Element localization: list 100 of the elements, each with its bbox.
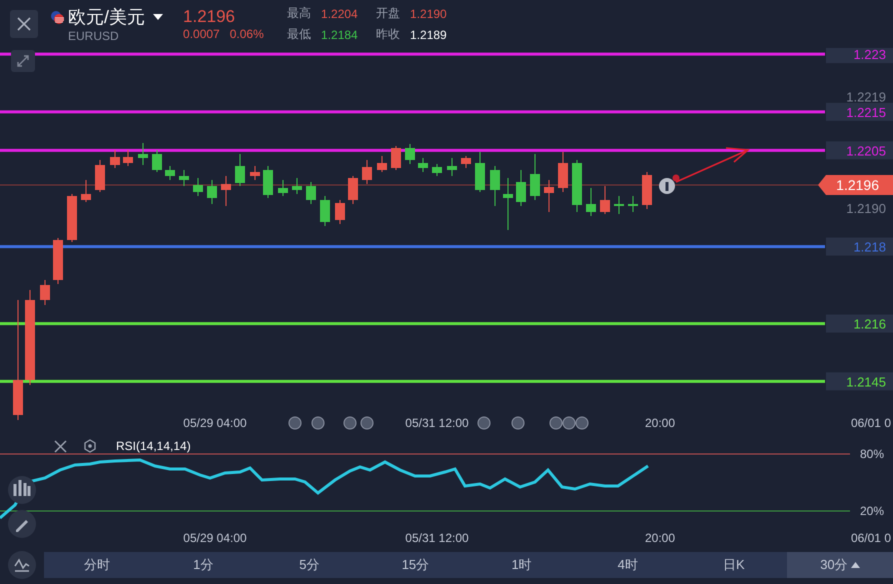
candlestick: [81, 180, 91, 202]
percent-change: 0.06%: [230, 27, 264, 41]
indicator-button[interactable]: [8, 550, 36, 578]
timeframe-tab[interactable]: 5分: [256, 552, 362, 578]
price-level-line[interactable]: [0, 52, 825, 56]
close-button[interactable]: [10, 10, 38, 38]
candlestick: [405, 144, 415, 164]
stat-value: 1.2190: [410, 6, 448, 20]
symbol-dropdown[interactable]: 欧元/美元: [68, 5, 164, 29]
time-axis-label: 20:00: [644, 416, 676, 430]
shrink-button[interactable]: [11, 50, 35, 72]
candlestick: [377, 156, 387, 172]
symbol-code: EURUSD: [68, 29, 120, 43]
candlestick: [207, 180, 217, 204]
timeframe-tab[interactable]: 4时: [574, 552, 681, 578]
candlestick: [586, 188, 596, 216]
stat-value: 1.2189: [410, 28, 448, 42]
candlestick: [544, 180, 554, 212]
candlestick: [391, 146, 401, 170]
candlestick: [179, 170, 189, 186]
timeframe-tab[interactable]: 1分: [150, 552, 256, 578]
candlestick: [95, 160, 105, 192]
event-marker-icon[interactable]: [344, 416, 356, 430]
price-level-line[interactable]: [0, 245, 825, 248]
price-level-label: 1.223: [826, 48, 893, 64]
candlestick: [292, 178, 302, 194]
stat-value: 1.2184: [321, 28, 359, 42]
event-marker-icon[interactable]: [562, 416, 576, 430]
time-axis-label: 06/01 0: [850, 531, 891, 545]
trend-arrow[interactable]: [672, 147, 750, 183]
candlestick: [461, 156, 471, 168]
price-level-line[interactable]: [0, 148, 825, 152]
price-level-line[interactable]: [0, 110, 825, 114]
candlestick: [348, 176, 358, 204]
pencil-icon[interactable]: [8, 510, 36, 538]
event-marker-icon[interactable]: [360, 416, 374, 430]
rsi-level-label: 80%: [860, 447, 884, 461]
event-marker-icon[interactable]: [288, 416, 302, 430]
candlestick: [362, 160, 372, 184]
candlestick: [263, 166, 273, 198]
time-axis-label: 06/01 0: [850, 416, 891, 430]
flag-icon: [50, 10, 64, 24]
time-axis-label: 20:00: [644, 531, 676, 545]
close-icon[interactable]: [54, 440, 67, 453]
close-icon: [16, 16, 32, 32]
event-marker-icon[interactable]: [478, 416, 490, 430]
candlestick: [432, 164, 442, 176]
line-chart-icon: [14, 558, 30, 572]
timeframe-tab[interactable]: 分时: [44, 552, 150, 578]
timeframe-tab[interactable]: 日K: [680, 552, 787, 578]
price-level-label: 1.2205: [826, 141, 893, 160]
candlestick: [123, 150, 133, 166]
stat-label: 开盘: [376, 5, 402, 22]
current-price-tag: 1.2196: [818, 175, 893, 195]
event-marker-icon[interactable]: [512, 416, 524, 430]
price-axis-label: 1.2219: [846, 89, 886, 104]
timeframe-tab[interactable]: 1时: [468, 552, 575, 578]
event-marker-icon[interactable]: [576, 416, 588, 430]
candlestick: [40, 280, 50, 306]
stat-label: 最高: [287, 5, 312, 22]
candlestick: [490, 166, 500, 206]
candlestick: [572, 160, 582, 212]
candlestick: [320, 196, 330, 226]
candlestick: [628, 196, 638, 212]
time-axis-label: 05/31 12:00: [405, 416, 469, 430]
timeframe-tab[interactable]: 30分: [786, 552, 893, 578]
event-marker-icon[interactable]: [312, 416, 324, 430]
info-icon[interactable]: [659, 178, 675, 194]
settings-icon[interactable]: [84, 439, 96, 453]
price-change: 0.0007: [183, 27, 220, 41]
candlestick: [447, 158, 457, 176]
candlestick: [600, 186, 610, 214]
price-level-line[interactable]: [0, 380, 825, 383]
price-level-label: 1.216: [826, 314, 893, 333]
candlestick: [614, 196, 624, 214]
candlestick: [250, 166, 260, 180]
price-level-label: 1.2215: [826, 102, 893, 121]
stat-label: 昨收: [376, 26, 402, 43]
candlestick: [221, 176, 231, 206]
stat-value: 1.2204: [321, 6, 359, 20]
event-marker-icon[interactable]: [550, 416, 562, 430]
price-level-label: 1.218: [826, 238, 893, 256]
candlestick: [165, 166, 175, 180]
candle-tool-icon[interactable]: [8, 476, 36, 504]
candlestick: [278, 180, 288, 196]
time-axis-label: 05/29 04:00: [183, 416, 247, 430]
caret-icon: [850, 562, 860, 568]
candlestick: [475, 152, 485, 192]
timeframe-tab[interactable]: 15分: [362, 552, 468, 578]
candlestick: [530, 154, 540, 200]
candlestick: [558, 152, 568, 192]
candlestick: [152, 150, 162, 172]
candlestick: [516, 170, 526, 206]
candlestick: [306, 182, 316, 204]
diagonal-arrows-icon: [16, 54, 30, 68]
price-level-line[interactable]: [0, 322, 825, 326]
candlestick: [53, 238, 63, 284]
time-axis-label: 05/31 12:00: [405, 531, 469, 545]
last-price: 1.2196: [183, 7, 236, 27]
candlestick: [110, 150, 120, 168]
